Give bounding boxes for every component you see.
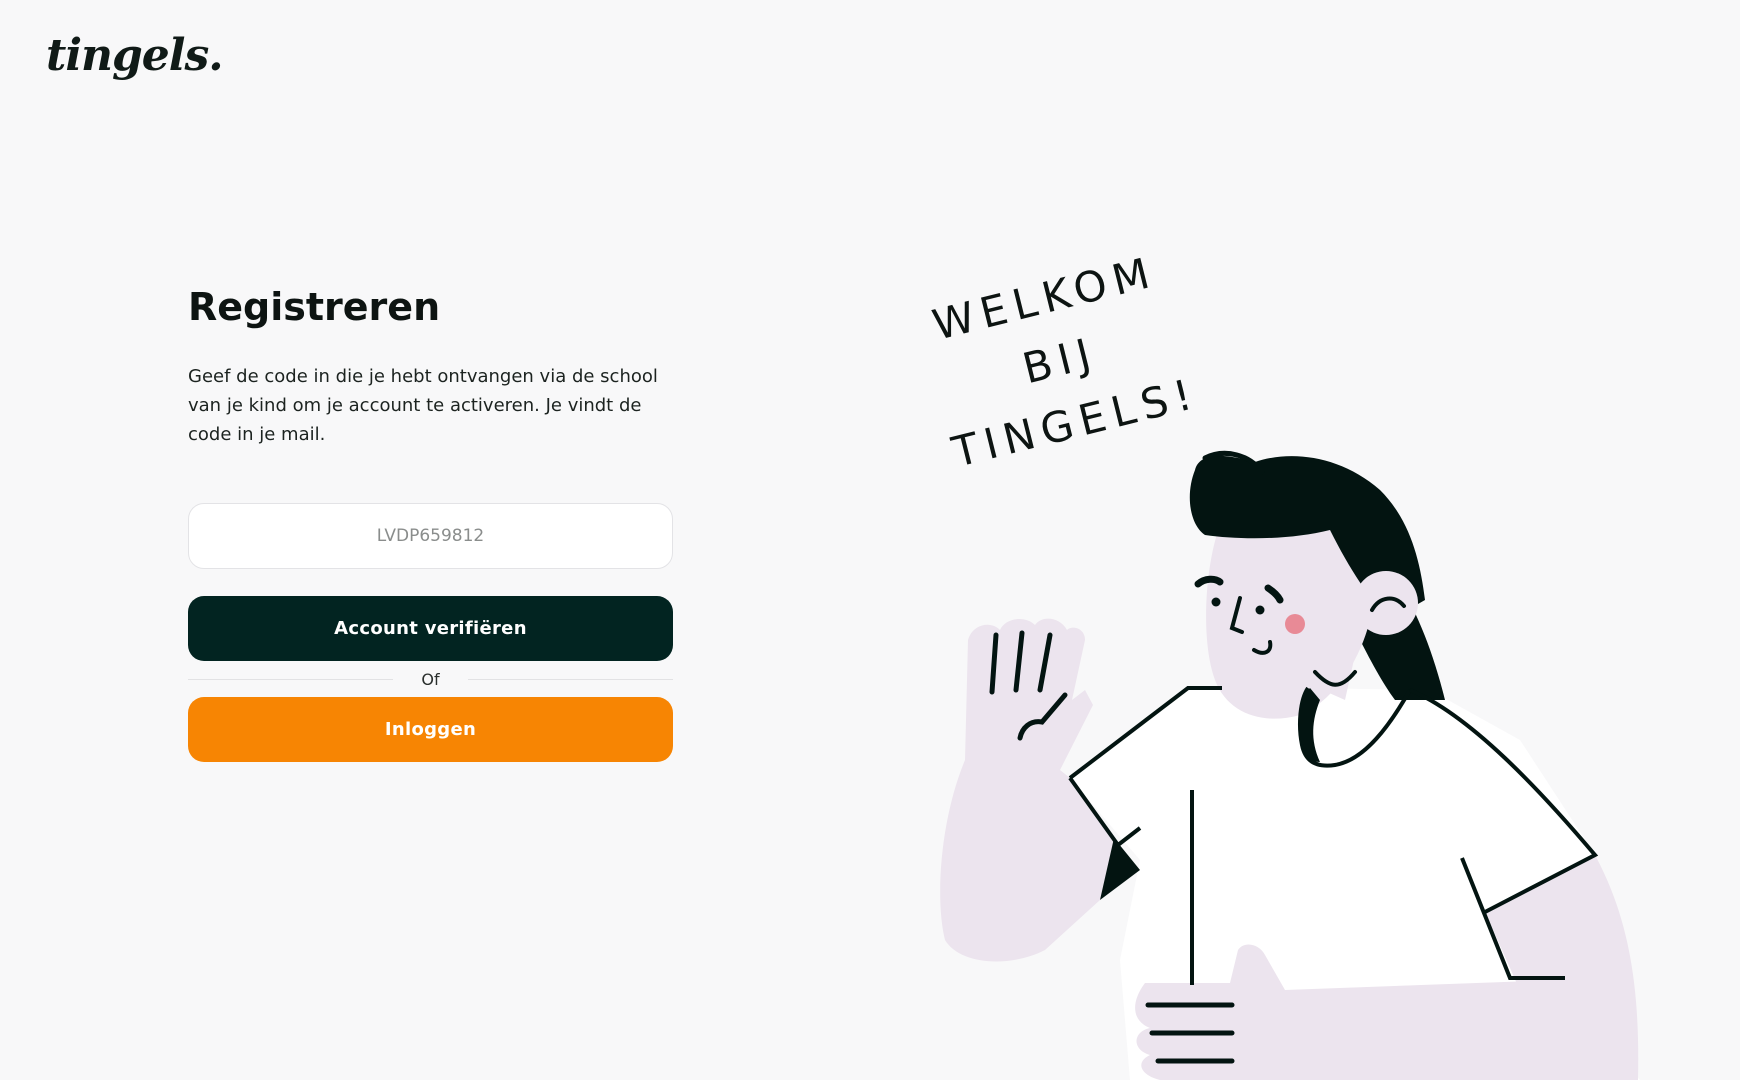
finger-line-2 bbox=[1013, 630, 1025, 693]
or-divider: Of bbox=[188, 661, 674, 697]
cheek-blush bbox=[1285, 614, 1305, 634]
ear-detail bbox=[1370, 596, 1406, 612]
neck-line bbox=[1313, 670, 1357, 687]
shirt-shape bbox=[1070, 688, 1640, 1080]
neck-outline bbox=[1298, 686, 1412, 768]
registration-page: tingels. WELKOM BIJ TINGELS! Registreren… bbox=[0, 0, 1740, 1080]
tingels-logo[interactable]: tingels. bbox=[46, 34, 224, 78]
bottom-hand-shape bbox=[1135, 944, 1570, 1080]
eye-right bbox=[1255, 605, 1265, 615]
form-description: Geef de code in die je hebt ontvangen vi… bbox=[188, 366, 658, 445]
verify-account-button[interactable]: Account verifiëren bbox=[188, 596, 673, 661]
divider-line-right bbox=[467, 678, 674, 680]
mouth-line bbox=[1252, 640, 1273, 655]
finger-line-1 bbox=[989, 632, 999, 695]
ear-shape bbox=[1354, 571, 1418, 635]
hair-tail bbox=[1298, 688, 1320, 762]
activation-code-input[interactable] bbox=[188, 503, 673, 569]
right-arm-shape bbox=[1485, 855, 1639, 1080]
brow-left bbox=[1194, 575, 1224, 588]
hair-front-shape bbox=[1189, 455, 1425, 620]
shirt-collar-outline bbox=[1068, 686, 1222, 780]
thumb-line bbox=[1017, 692, 1068, 741]
brow-right bbox=[1264, 584, 1284, 604]
divider-label: Of bbox=[421, 669, 440, 689]
shirt-left-sleeve bbox=[1068, 776, 1142, 848]
page-title: Registreren bbox=[188, 285, 441, 329]
nose-line bbox=[1229, 596, 1244, 634]
face-shape bbox=[1206, 494, 1382, 719]
eye-left bbox=[1211, 597, 1221, 607]
shirt-right-outline bbox=[1409, 688, 1599, 914]
divider-line-left bbox=[188, 678, 394, 680]
login-button[interactable]: Inloggen bbox=[188, 697, 673, 762]
hair-back-shape bbox=[1325, 505, 1445, 700]
shirt-fold bbox=[1100, 838, 1140, 900]
shirt-right-sleeve bbox=[1460, 857, 1565, 980]
raised-arm-shape bbox=[940, 618, 1118, 962]
finger-line-3 bbox=[1037, 632, 1053, 693]
hair-strand bbox=[1202, 450, 1265, 475]
registration-form: Registreren Geef de code in die je hebt … bbox=[188, 280, 674, 762]
neck-shape bbox=[1300, 640, 1355, 700]
welcome-heading: WELKOM BIJ TINGELS! bbox=[882, 229, 1239, 493]
